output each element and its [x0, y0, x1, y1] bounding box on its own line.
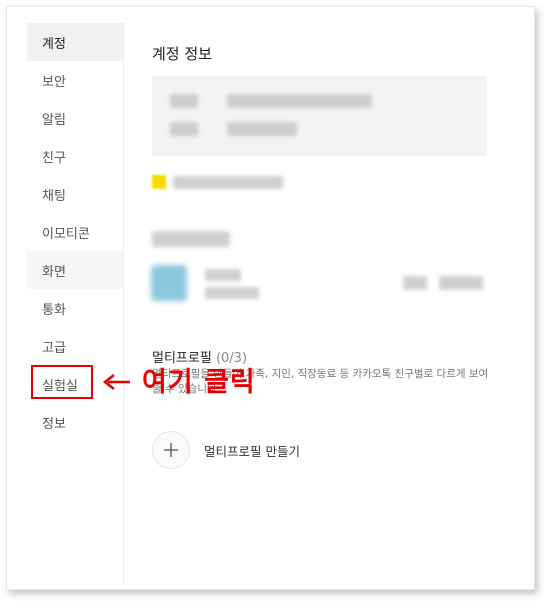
- sidebar-item-notifications[interactable]: 알림: [27, 99, 123, 137]
- redacted-profile-name: [205, 269, 241, 281]
- redacted-label: [170, 94, 198, 108]
- plus-icon: [152, 431, 190, 469]
- settings-window: 계정 보안 알림 친구 채팅 이모티콘 화면 통화 고급 실험실 정보 계정 정…: [6, 6, 535, 590]
- redacted-value: [227, 122, 297, 136]
- redacted-account-id: [173, 176, 283, 189]
- redacted-profile-status: [205, 287, 259, 299]
- multi-profile-description: 멀티프로필을 만들어 가족, 지인, 직장동료 등 카카오톡 친구별로 다르게 …: [152, 368, 489, 395]
- account-panel: 계정 정보 멀티프로필 (0/3) 멀티프로필을 만들어 가족, 지인, 직장동…: [147, 7, 527, 587]
- sidebar-item-security[interactable]: 보안: [27, 61, 123, 99]
- sidebar-item-chat[interactable]: 채팅: [27, 175, 123, 213]
- create-multi-profile-button[interactable]: 멀티프로필 만들기: [152, 430, 382, 470]
- sidebar-item-call[interactable]: 통화: [27, 289, 123, 327]
- sidebar-item-screen[interactable]: 화면: [27, 251, 123, 289]
- profile-avatar: [151, 265, 187, 301]
- multi-profile-title-text: 멀티프로필: [152, 351, 212, 366]
- page-title: 계정 정보: [152, 45, 212, 63]
- sidebar-item-advanced[interactable]: 고급: [27, 327, 123, 365]
- settings-sidebar: 계정 보안 알림 친구 채팅 이모티콘 화면 통화 고급 실험실 정보: [27, 23, 124, 583]
- account-info-box: [152, 76, 487, 156]
- sidebar-item-friends[interactable]: 친구: [27, 137, 123, 175]
- create-multi-profile-label: 멀티프로필 만들기: [204, 443, 300, 459]
- multi-profile-count: (0/3): [215, 351, 248, 366]
- redacted-value: [227, 94, 372, 108]
- redacted-label: [170, 122, 198, 136]
- sidebar-item-account[interactable]: 계정: [27, 23, 123, 61]
- multi-profile-title: 멀티프로필 (0/3): [152, 347, 247, 366]
- sidebar-item-labs[interactable]: 실험실: [27, 365, 123, 403]
- sidebar-item-emoticons[interactable]: 이모티콘: [27, 213, 123, 251]
- redacted-action: [439, 276, 483, 290]
- redacted-section-label: [152, 231, 230, 247]
- kakao-icon: [152, 175, 166, 189]
- redacted-action: [403, 276, 427, 290]
- sidebar-item-info[interactable]: 정보: [27, 403, 123, 441]
